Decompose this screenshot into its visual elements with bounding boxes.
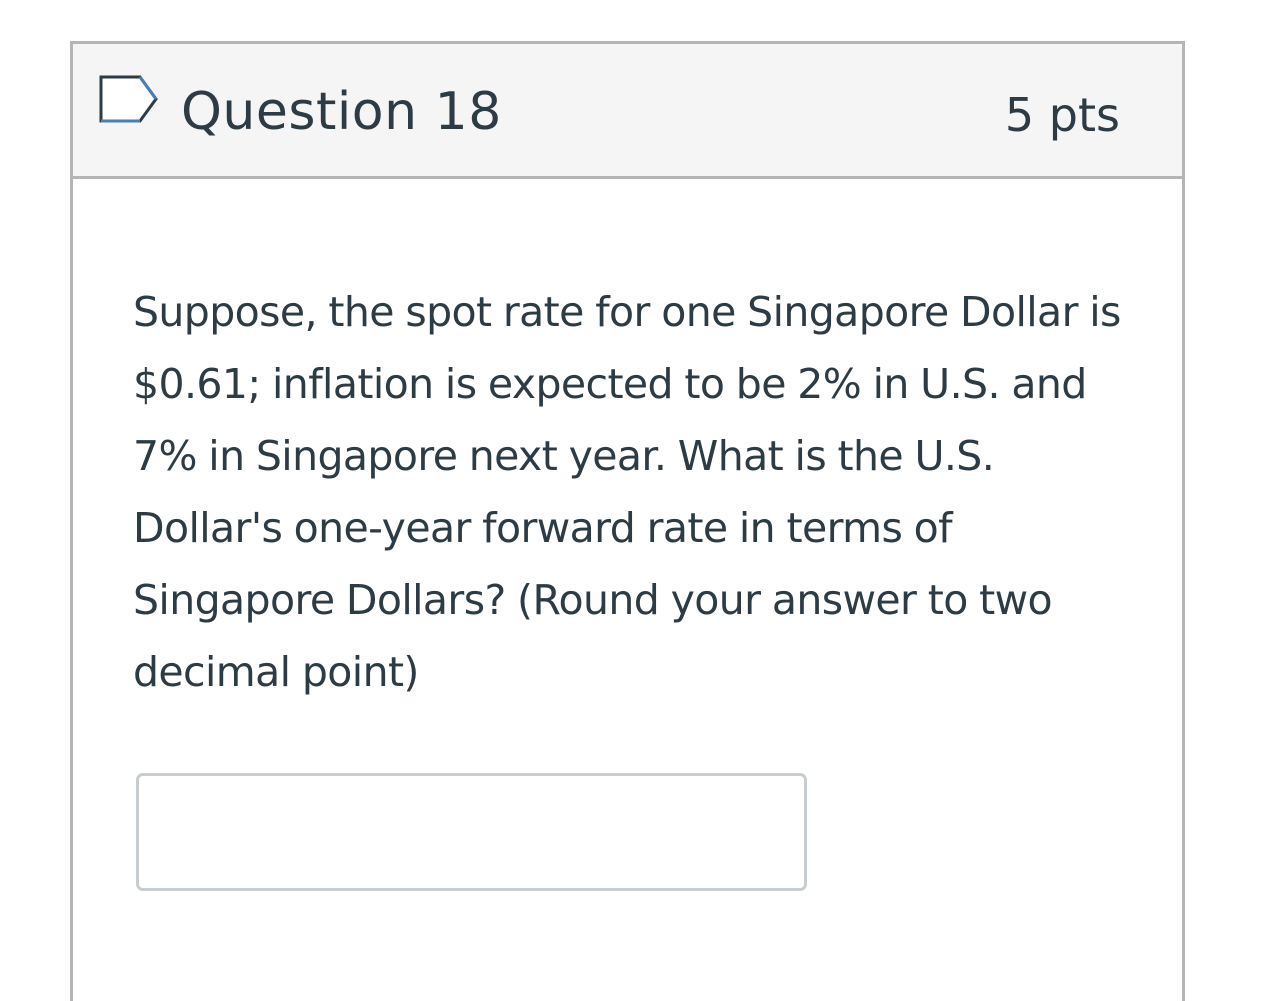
flag-question-icon[interactable]	[98, 74, 160, 124]
question-body: Suppose, the spot rate for one Singapore…	[133, 276, 1133, 708]
question-header: Question 18 5 pts	[73, 44, 1182, 179]
quiz-question-card: Question 18 5 pts Suppose, the spot rate…	[70, 41, 1185, 1001]
question-title: Question 18	[181, 82, 502, 142]
question-points: 5 pts	[1004, 88, 1120, 142]
question-text: Suppose, the spot rate for one Singapore…	[133, 288, 1121, 696]
answer-input[interactable]	[136, 773, 807, 891]
